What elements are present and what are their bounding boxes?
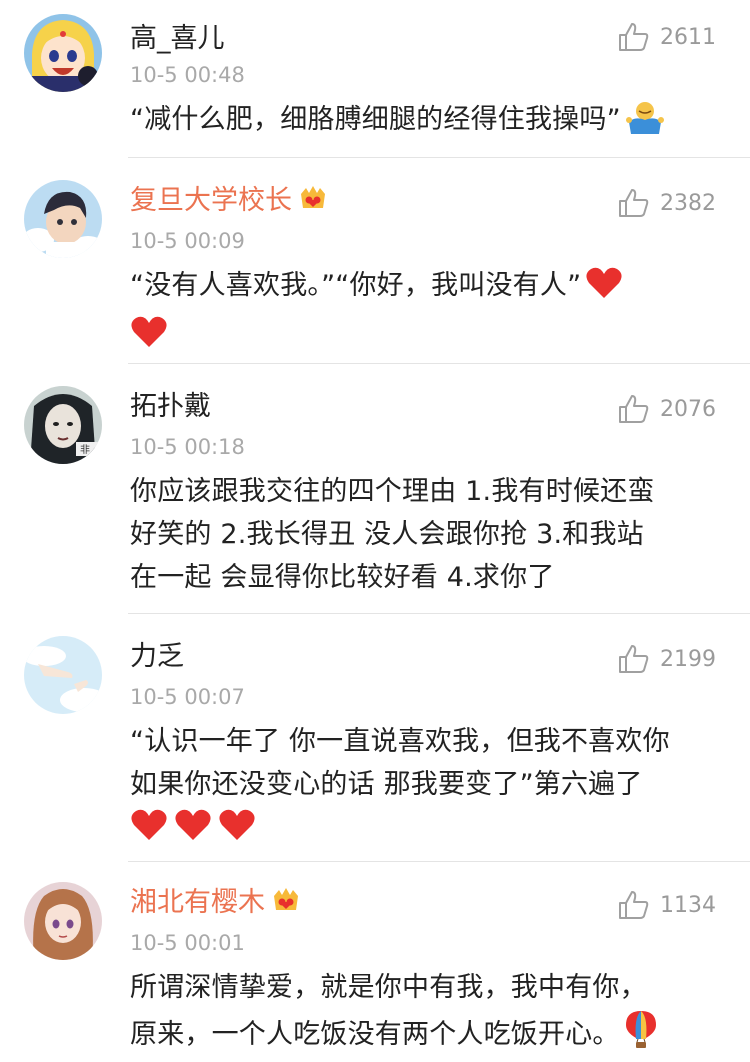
timestamp: 10-5 00:09 [130,229,245,253]
comment-item[interactable]: 湘北有樱木 10-5 00:01 1134 所谓深情挚爱，就是你中有我，我中有你… [0,862,750,1059]
hot-air-balloon-emoji [624,1009,658,1062]
shrug-person-emoji [625,100,665,147]
thumbs-up-icon [619,645,649,673]
like-button[interactable]: 2611 [618,20,716,54]
thumbs-up-icon [619,23,649,51]
svg-text:非: 非 [80,444,90,456]
avatar[interactable] [24,14,102,92]
like-button[interactable]: 2199 [618,642,716,676]
timestamp: 10-5 00:07 [130,685,245,709]
comment-text-line: 你应该跟我交往的四个理由 1.我有时候还蛮 [130,476,655,507]
avatar[interactable] [24,180,102,258]
comment-text-line: 好笑的 2.我长得丑 没人会跟你抢 3.和我站 [130,519,644,550]
timestamp: 10-5 00:18 [130,435,245,459]
thumbs-up-icon [619,891,649,919]
comment-text-line: “认识一年了 你一直说喜欢我，但我不喜欢你 [130,726,670,757]
avatar[interactable] [24,636,102,714]
like-button[interactable]: 2076 [618,392,716,426]
like-count: 2611 [660,24,716,50]
thumbs-up-icon [619,395,649,423]
username[interactable]: 复旦大学校长 [130,184,328,218]
like-count: 2199 [660,646,716,672]
comment-item[interactable]: 非 拓扑戴 10-5 00:18 2076 你应该跟我交往的四个理由 1.我有时… [0,364,750,614]
username[interactable]: 湘北有樱木 [130,886,301,920]
avatar[interactable] [24,882,102,960]
comment-text: 你应该跟我交往的四个理由 1.我有时候还蛮 好笑的 2.我长得丑 没人会跟你抢 … [130,470,710,599]
username[interactable]: 拓扑戴 [130,390,211,424]
comment-item[interactable]: 复旦大学校长 10-5 00:09 2382 “没有人喜欢我。”“你好，我叫没有… [0,158,750,364]
comment-text-line: 在一起 会显得你比较好看 4.求你了 [130,562,555,593]
username[interactable]: 高_喜儿 [130,22,225,56]
red-heart-emoji [174,808,212,855]
red-heart-emoji [130,808,168,855]
like-button[interactable]: 1134 [618,888,716,922]
timestamp: 10-5 00:48 [130,63,245,87]
timestamp: 10-5 00:01 [130,931,245,955]
username[interactable]: 力乏 [130,640,184,674]
avatar-sky-hand-icon [24,636,102,714]
comment-text: “认识一年了 你一直说喜欢我，但我不喜欢你 如果你还没变心的话 那我要变了”第六… [130,720,710,855]
comment-text: “没有人喜欢我。”“你好，我叫没有人” [130,264,710,362]
username-label: 复旦大学校长 [130,185,292,216]
comment-item[interactable]: 力乏 10-5 00:07 2199 “认识一年了 你一直说喜欢我，但我不喜欢你… [0,614,750,862]
avatar-sailor-moon-icon [24,14,102,92]
vip-crown-badge-icon [271,886,301,914]
thumbs-up-icon [619,189,649,217]
comment-text-line: 所谓深情挚爱，就是你中有我，我中有你， [130,972,647,1003]
red-heart-emoji [130,315,168,362]
like-count: 2382 [660,190,716,216]
comment-item[interactable]: 高_喜儿 10-5 00:48 2611 “减什么肥，细胳膊细腿的经得住我操吗” [0,0,750,158]
avatar-anime-girl-icon [24,882,102,960]
avatar-anime-boy-icon [24,180,102,258]
vip-crown-badge-icon [298,184,328,212]
avatar-portrait-icon: 非 [24,386,102,464]
comment-text-line: 原来，一个人吃饭没有两个人吃饭开心。 [130,1019,620,1050]
username-label: 湘北有樱木 [130,887,265,918]
comment-text: “减什么肥，细胳膊细腿的经得住我操吗” [130,98,710,147]
like-count: 1134 [660,892,716,918]
avatar[interactable]: 非 [24,386,102,464]
comment-text: 所谓深情挚爱，就是你中有我，我中有你， 原来，一个人吃饭没有两个人吃饭开心。 [130,966,710,1062]
red-heart-emoji [218,808,256,855]
comment-text-line: 如果你还没变心的话 那我要变了”第六遍了 [130,769,643,800]
like-button[interactable]: 2382 [618,186,716,220]
comment-text-content: “减什么肥，细胳膊细腿的经得住我操吗” [130,104,621,135]
red-heart-emoji [585,266,623,313]
comment-text-content: “没有人喜欢我。”“你好，我叫没有人” [130,270,582,301]
like-count: 2076 [660,396,716,422]
